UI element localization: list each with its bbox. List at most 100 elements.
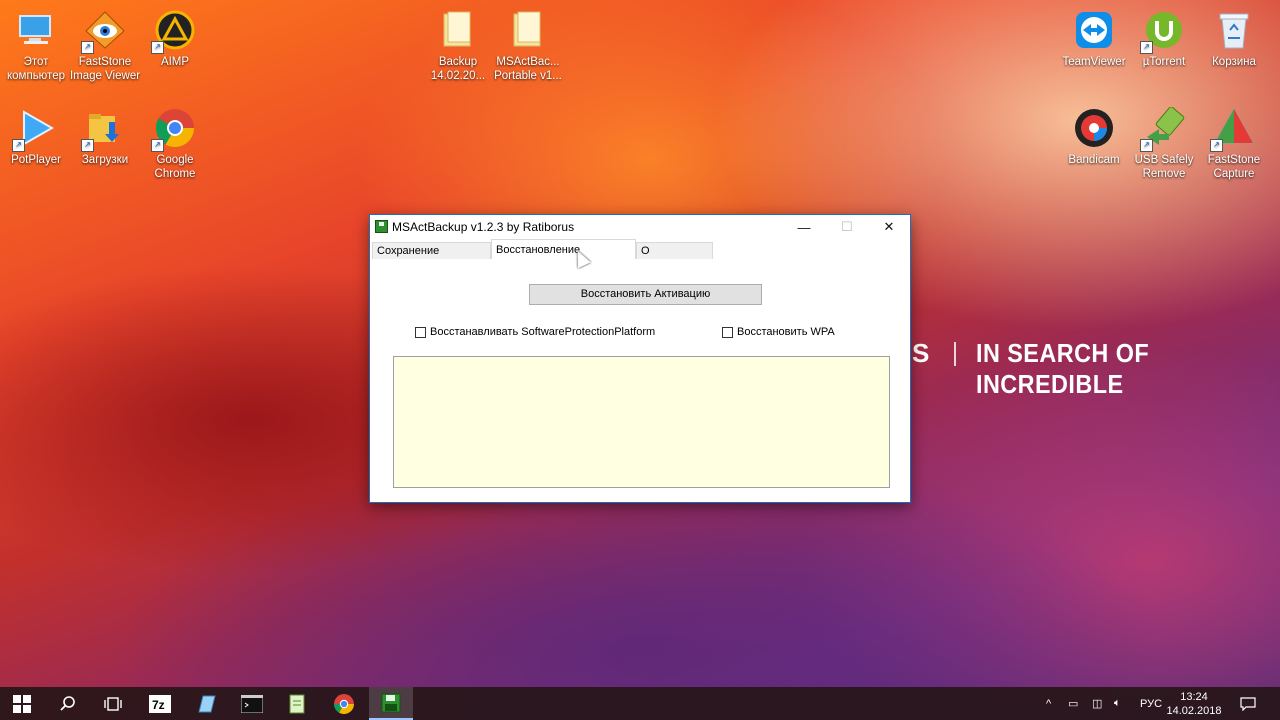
taskbar-7zip[interactable]: 7z bbox=[138, 687, 182, 720]
notification-icon bbox=[1240, 696, 1256, 711]
wallpaper-divider bbox=[954, 342, 956, 366]
desktop-icon-utorrent[interactable]: ↗ µTorrent bbox=[1128, 8, 1200, 69]
log-output-area[interactable] bbox=[393, 356, 890, 488]
taskbar-chrome[interactable] bbox=[322, 687, 366, 720]
desktop-icon-label: USB Safely Remove bbox=[1134, 154, 1194, 180]
tab-save-activation[interactable]: Сохранение Активации bbox=[372, 242, 491, 274]
desktop-icon-faststone-viewer[interactable]: ↗ FastStone Image Viewer bbox=[69, 8, 141, 83]
tray-language[interactable]: РУС bbox=[1140, 687, 1162, 720]
tab-strip: Сохранение Активации Восстановление Акти… bbox=[372, 239, 908, 276]
desktop-icon-label: PotPlayer bbox=[11, 154, 61, 166]
shortcut-arrow-icon: ↗ bbox=[81, 41, 94, 54]
desktop-icon-label: Backup 14.02.20... bbox=[430, 56, 486, 82]
shortcut-arrow-icon: ↗ bbox=[151, 41, 164, 54]
tray-time: 13:24 bbox=[1180, 691, 1208, 703]
pencil-app-icon bbox=[198, 695, 216, 712]
desktop-icon-label: TeamViewer bbox=[1062, 56, 1126, 68]
restore-wpa-checkbox[interactable]: Восстановить WPA bbox=[722, 326, 835, 338]
wallpaper-slogan: IN SEARCH OF INCREDIBLE bbox=[976, 338, 1150, 399]
desktop-icon-label: MSActBac... Portable v1... bbox=[494, 56, 562, 82]
desktop-icon-this-pc[interactable]: Этот компьютер bbox=[0, 8, 72, 83]
desktop-icon-potplayer[interactable]: ↗ PotPlayer bbox=[0, 106, 72, 167]
tab-about[interactable]: О Программе bbox=[636, 242, 713, 274]
shortcut-arrow-icon: ↗ bbox=[81, 139, 94, 152]
tray-date: 14.02.2018 bbox=[1166, 705, 1222, 717]
tray-clock[interactable]: 13:24 14.02.2018 bbox=[1164, 690, 1224, 718]
desktop-icon-chrome[interactable]: ↗ Google Chrome bbox=[139, 106, 211, 181]
shortcut-arrow-icon: ↗ bbox=[1140, 139, 1153, 152]
minimize-button[interactable]: — bbox=[782, 215, 826, 239]
desktop-icon-teamviewer[interactable]: TeamViewer bbox=[1058, 8, 1130, 69]
restore-activation-button[interactable]: Восстановить Активацию bbox=[529, 284, 762, 305]
task-view-icon bbox=[104, 696, 122, 711]
desktop-icon-recycle-bin[interactable]: Корзина bbox=[1198, 8, 1270, 69]
maximize-button[interactable]: ☐ bbox=[825, 215, 869, 239]
desktop-icon-label: Google Chrome bbox=[154, 154, 196, 180]
taskbar: 7z ^ ▭ ◫ 🔈︎ РУС 13:24 14.02.2018 bbox=[0, 687, 1280, 720]
taskbar-terminal[interactable] bbox=[230, 687, 274, 720]
tray-volume-icon[interactable]: 🔈︎ bbox=[1114, 687, 1121, 720]
msactbackup-window[interactable]: MSActBackup v1.2.3 by Ratiborus — ☐ ✕ Со… bbox=[369, 214, 911, 503]
checkbox-box[interactable] bbox=[415, 326, 426, 338]
wallpaper-brand-mark: S bbox=[912, 338, 930, 368]
shortcut-arrow-icon: ↗ bbox=[1210, 139, 1223, 152]
desktop-icon-label: Корзина bbox=[1212, 56, 1256, 68]
7zip-icon: 7z bbox=[149, 694, 171, 713]
desktop-icon-aimp[interactable]: ↗ AIMP bbox=[139, 8, 211, 69]
start-button[interactable] bbox=[0, 687, 44, 720]
recycle-bin-icon bbox=[1212, 8, 1256, 52]
taskbar-app-notes[interactable] bbox=[184, 687, 228, 720]
faststone-viewer-icon: ↗ bbox=[81, 8, 127, 54]
window-title: MSActBackup v1.2.3 by Ratiborus bbox=[392, 220, 575, 234]
bandicam-icon bbox=[1072, 106, 1116, 150]
desktop-icon-label: FastStone Capture bbox=[1207, 154, 1261, 180]
chrome-icon bbox=[334, 693, 354, 714]
tray-battery-icon[interactable]: ▭ bbox=[1068, 687, 1078, 720]
desktop-icon-label: µTorrent bbox=[1142, 56, 1186, 68]
utorrent-icon: ↗ bbox=[1140, 8, 1186, 54]
desktop-icon-bandicam[interactable]: Bandicam bbox=[1058, 106, 1130, 167]
taskbar-notepad[interactable] bbox=[276, 687, 320, 720]
desktop-icon-msactbackup-folder[interactable]: MSActBac... Portable v1... bbox=[492, 8, 564, 83]
usb-remove-icon: ↗ bbox=[1140, 106, 1186, 152]
faststone-capture-icon: ↗ bbox=[1210, 106, 1256, 152]
desktop-icon-usb-safely-remove[interactable]: ↗ USB Safely Remove bbox=[1128, 106, 1200, 181]
restore-panel: Восстановить Активацию Восстанавливать S… bbox=[372, 259, 908, 500]
tray-network-icon[interactable]: ◫ bbox=[1092, 687, 1102, 720]
desktop-icon-label: Bandicam bbox=[1068, 154, 1120, 166]
svg-text:7z: 7z bbox=[152, 698, 165, 712]
windows-logo-icon bbox=[13, 694, 31, 713]
taskbar-msactbackup[interactable] bbox=[369, 687, 413, 720]
tray-overflow-chevron-icon[interactable]: ^ bbox=[1046, 687, 1051, 720]
close-button[interactable]: ✕ bbox=[867, 215, 911, 239]
desktop-icon-faststone-capture[interactable]: ↗ FastStone Capture bbox=[1198, 106, 1270, 181]
notepad-icon bbox=[289, 694, 305, 713]
search-button[interactable] bbox=[46, 687, 90, 720]
window-titlebar[interactable]: MSActBackup v1.2.3 by Ratiborus — ☐ ✕ bbox=[370, 215, 910, 239]
folder-icon bbox=[506, 8, 550, 52]
shortcut-arrow-icon: ↗ bbox=[151, 139, 164, 152]
checkbox-label: Восстанавливать SoftwareProtectionPlatfo… bbox=[430, 326, 656, 338]
desktop-icon-backup-folder[interactable]: Backup 14.02.20... bbox=[422, 8, 494, 83]
terminal-icon bbox=[241, 694, 263, 713]
action-center-button[interactable] bbox=[1240, 687, 1256, 720]
floppy-disk-icon bbox=[381, 693, 401, 712]
desktop-icon-downloads[interactable]: ↗ Загрузки bbox=[69, 106, 141, 167]
checkbox-label: Восстановить WPA bbox=[737, 326, 835, 338]
search-icon bbox=[60, 695, 75, 711]
floppy-disk-icon bbox=[375, 220, 388, 233]
shortcut-arrow-icon: ↗ bbox=[1140, 41, 1153, 54]
computer-icon bbox=[14, 8, 58, 52]
potplayer-icon: ↗ bbox=[12, 106, 58, 152]
aimp-icon: ↗ bbox=[151, 8, 197, 54]
task-view-button[interactable] bbox=[91, 687, 135, 720]
restore-spp-checkbox[interactable]: Восстанавливать SoftwareProtectionPlatfo… bbox=[415, 326, 655, 338]
chrome-icon: ↗ bbox=[151, 106, 197, 152]
desktop-icon-label: AIMP bbox=[160, 56, 190, 68]
checkbox-box[interactable] bbox=[722, 326, 733, 338]
teamviewer-icon bbox=[1072, 8, 1116, 52]
folder-icon bbox=[436, 8, 480, 52]
desktop-icon-label: Загрузки bbox=[81, 154, 129, 166]
tab-restore-activation[interactable]: Восстановление Активации bbox=[491, 239, 636, 276]
shortcut-arrow-icon: ↗ bbox=[12, 139, 25, 152]
